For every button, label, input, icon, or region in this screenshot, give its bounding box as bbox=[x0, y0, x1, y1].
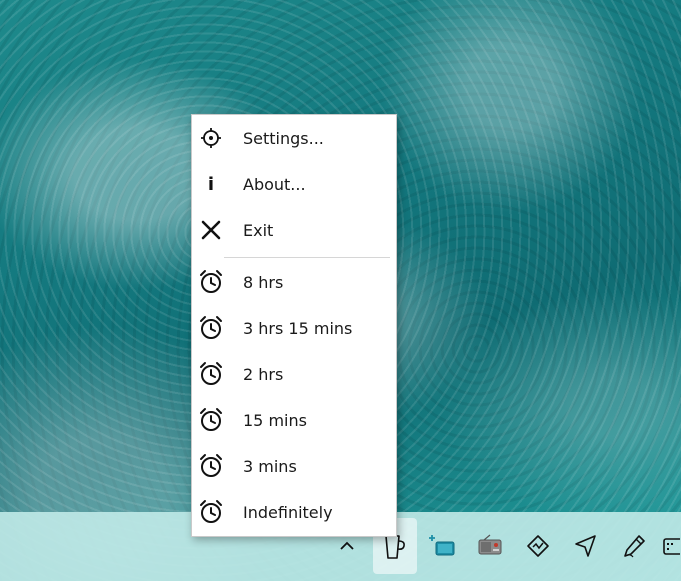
menu-item-label: Exit bbox=[243, 220, 274, 240]
send-arrow-icon bbox=[575, 535, 596, 557]
menu-item-exit[interactable]: Exit bbox=[192, 207, 396, 253]
menu-item-label: Indefinitely bbox=[243, 502, 333, 522]
alarm-clock-icon bbox=[197, 314, 225, 342]
alarm-clock-icon bbox=[197, 360, 225, 388]
keyboard-tray-button[interactable] bbox=[658, 518, 681, 574]
alarm-clock-icon bbox=[197, 498, 225, 526]
screen-capture-icon bbox=[429, 535, 455, 556]
menu-item-duration-8-hrs[interactable]: 8 hrs bbox=[192, 259, 396, 305]
pen-icon bbox=[624, 535, 645, 558]
chevron-up-icon bbox=[340, 541, 354, 550]
menu-item-label: 2 hrs bbox=[243, 364, 284, 384]
menu-item-duration-3-hrs-15-mins[interactable]: 3 hrs 15 mins bbox=[192, 305, 396, 351]
menu-item-label: 8 hrs bbox=[243, 272, 284, 292]
tray-context-menu: Settings... i About... Exit 8 hrs 3 hrs … bbox=[191, 114, 397, 537]
menu-item-label: 15 mins bbox=[243, 410, 307, 430]
menu-item-duration-indefinitely[interactable]: Indefinitely bbox=[192, 489, 396, 535]
menu-item-label: Settings... bbox=[243, 128, 324, 148]
menu-item-duration-15-mins[interactable]: 15 mins bbox=[192, 397, 396, 443]
gear-icon bbox=[197, 124, 225, 152]
alarm-clock-icon bbox=[197, 268, 225, 296]
alarm-clock-icon bbox=[197, 452, 225, 480]
radio-icon bbox=[478, 534, 502, 555]
screen-capture-tray-button[interactable] bbox=[421, 518, 465, 574]
menu-item-about[interactable]: i About... bbox=[192, 161, 396, 207]
pen-tray-button[interactable] bbox=[612, 518, 656, 574]
info-icon: i bbox=[207, 173, 215, 195]
radio-tray-button[interactable] bbox=[468, 518, 512, 574]
close-icon bbox=[197, 216, 225, 244]
keyboard-icon bbox=[663, 538, 680, 555]
diamond-chart-icon bbox=[527, 535, 549, 557]
menu-item-duration-2-hrs[interactable]: 2 hrs bbox=[192, 351, 396, 397]
menu-item-settings[interactable]: Settings... bbox=[192, 115, 396, 161]
menu-item-label: 3 hrs 15 mins bbox=[243, 318, 353, 338]
send-tray-button[interactable] bbox=[564, 518, 608, 574]
menu-separator bbox=[224, 257, 390, 258]
menu-item-duration-3-mins[interactable]: 3 mins bbox=[192, 443, 396, 489]
menu-item-label: About... bbox=[243, 174, 306, 194]
diamond-chart-tray-button[interactable] bbox=[516, 518, 560, 574]
menu-item-label: 3 mins bbox=[243, 456, 297, 476]
alarm-clock-icon bbox=[197, 406, 225, 434]
